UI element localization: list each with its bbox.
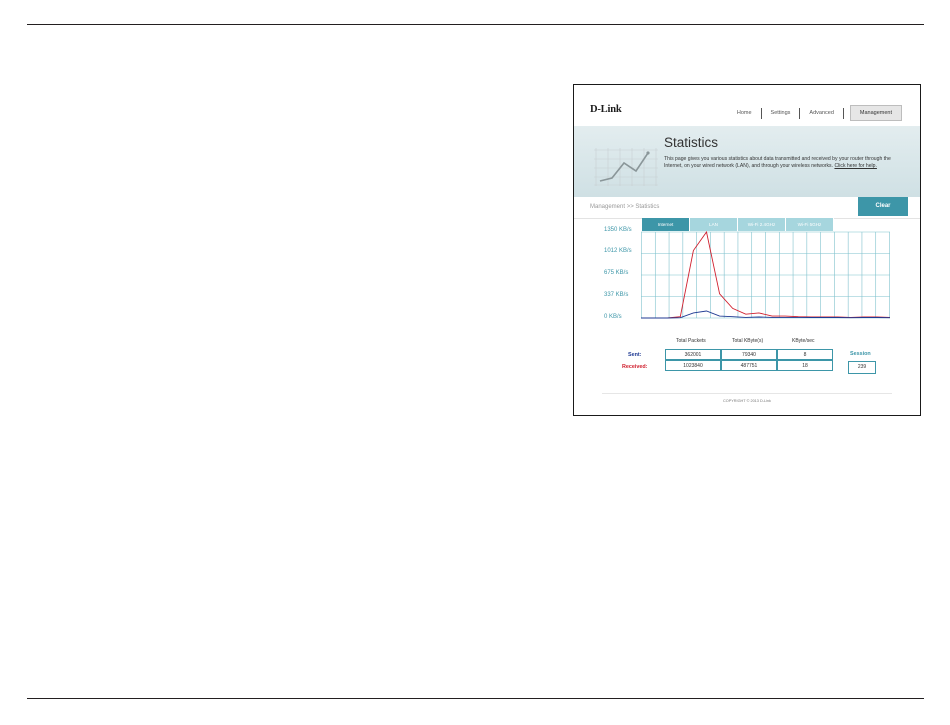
page-description: This page gives you various statistics a… <box>664 156 908 171</box>
y-tick-label: 0 KB/s <box>604 314 622 320</box>
nav-divider <box>842 107 844 119</box>
breadcrumb: Management >> Statistics <box>590 204 660 210</box>
nav-management[interactable]: Management <box>849 105 902 121</box>
session-label: Session <box>850 351 871 357</box>
top-nav: Home Settings Advanced Management <box>728 105 902 121</box>
nav-advanced[interactable]: Advanced <box>800 106 842 120</box>
tab-internet[interactable]: Internet <box>642 218 690 231</box>
statistics-graph-icon <box>594 148 658 186</box>
y-tick-label: 1012 KB/s <box>604 248 632 254</box>
received-kbyte-sec: 18 <box>777 360 833 371</box>
sent-total-packets: 362001 <box>665 349 721 360</box>
clear-button[interactable]: Clear <box>858 197 908 216</box>
copyright: COPYRIGHT © 2013 D-Link <box>723 399 771 403</box>
received-total-packets: 1023840 <box>665 360 721 371</box>
nav-settings[interactable]: Settings <box>762 106 800 120</box>
column-header-kbytes: Total KByte(s) <box>732 338 764 344</box>
interface-tabs: Internet LAN Wi-Fi 2.4GHz Wi-Fi 5GHz <box>642 218 834 231</box>
footer-rule <box>27 698 924 699</box>
sent-label: Sent: <box>628 352 642 358</box>
page-title: Statistics <box>664 135 719 150</box>
nav-home[interactable]: Home <box>728 106 761 120</box>
y-tick-label: 675 KB/s <box>604 270 629 276</box>
tab-wifi-24ghz[interactable]: Wi-Fi 2.4GHz <box>738 218 786 231</box>
sent-total-kbytes: 79340 <box>721 349 777 360</box>
page-banner: Statistics This page gives you various s… <box>574 126 920 197</box>
breadcrumb-bar: Management >> Statistics Clear <box>574 197 920 219</box>
received-total-kbytes: 487751 <box>721 360 777 371</box>
y-tick-label: 1350 KB/s <box>604 227 632 233</box>
header-rule <box>27 24 924 25</box>
y-tick-label: 337 KB/s <box>604 292 629 298</box>
sent-kbyte-sec: 8 <box>777 349 833 360</box>
help-link[interactable]: Click here for help. <box>834 163 876 169</box>
received-label: Received: <box>622 364 648 370</box>
column-header-packets: Total Packets <box>676 338 706 344</box>
session-value: 239 <box>848 361 876 374</box>
router-screenshot: D-Link Home Settings Advanced Management… <box>573 84 921 416</box>
traffic-chart <box>641 231 890 319</box>
tab-wifi-5ghz[interactable]: Wi-Fi 5GHz <box>786 218 834 231</box>
tab-lan[interactable]: LAN <box>690 218 738 231</box>
dlink-logo: D-Link <box>590 104 622 115</box>
footer-divider <box>602 393 892 394</box>
column-header-kbps: KByte/sec <box>792 338 815 344</box>
